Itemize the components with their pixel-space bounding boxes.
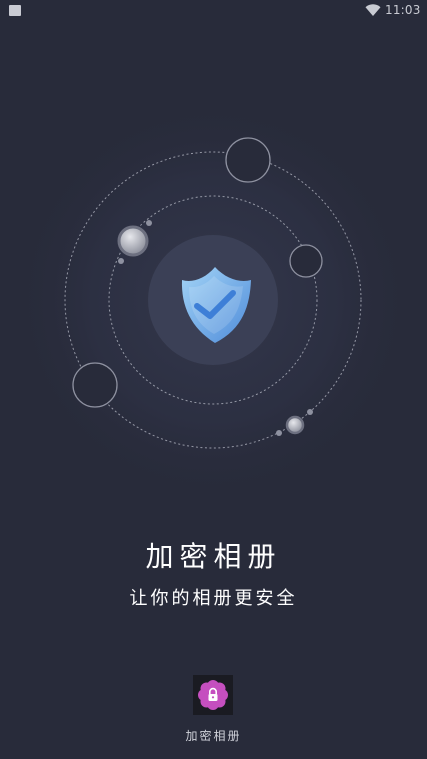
hero-illustration bbox=[8, 95, 418, 505]
lock-flower-icon bbox=[198, 680, 228, 710]
orbit-ring-top bbox=[225, 137, 271, 183]
orbit-ring-right bbox=[289, 244, 323, 278]
orbit-planet-small bbox=[285, 415, 305, 435]
app-label: 加密相册 bbox=[185, 729, 242, 743]
orbit-dot bbox=[276, 430, 282, 436]
app-icon bbox=[193, 675, 233, 715]
orbit-ring-left bbox=[72, 362, 118, 408]
page-title: 加密相册 bbox=[145, 540, 282, 573]
orbit-dot bbox=[118, 258, 124, 264]
page-subtitle: 让你的相册更安全 bbox=[129, 588, 298, 609]
orbit-dot bbox=[146, 220, 152, 226]
orbit-planet-large bbox=[117, 225, 149, 257]
orbit-dot bbox=[307, 409, 313, 415]
